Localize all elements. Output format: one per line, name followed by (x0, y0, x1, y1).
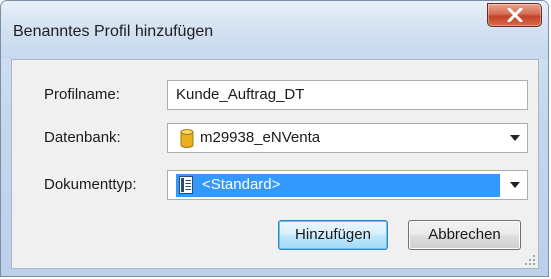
cancel-button[interactable]: Abbrechen (408, 220, 521, 250)
add-button[interactable]: Hinzufügen (278, 220, 388, 250)
title-bar[interactable]: Benanntes Profil hinzufügen (1, 1, 548, 59)
dokumenttyp-value: <Standard> (202, 176, 281, 193)
dialog-body: Profilname: Kunde_Auftrag_DT Datenbank: … (11, 59, 539, 269)
dialog-title: Benanntes Profil hinzufügen (13, 23, 214, 40)
dialog-window: Benanntes Profil hinzufügen Profilname: … (0, 0, 549, 277)
datenbank-select[interactable]: m29938_eNVenta (167, 123, 528, 153)
document-type-icon (179, 176, 193, 194)
datenbank-label: Datenbank: (44, 129, 121, 146)
chevron-down-icon[interactable] (510, 135, 520, 141)
database-icon (180, 129, 194, 148)
datenbank-value: m29938_eNVenta (200, 129, 321, 146)
profilname-input[interactable]: Kunde_Auftrag_DT (167, 80, 528, 110)
dokumenttyp-select[interactable]: <Standard> (167, 170, 528, 200)
chevron-down-icon[interactable] (510, 182, 520, 188)
close-button[interactable] (487, 3, 542, 27)
profilname-label: Profilname: (44, 86, 120, 103)
resize-grip-icon[interactable] (524, 254, 536, 266)
close-icon (507, 8, 523, 22)
dokumenttyp-label: Dokumenttyp: (44, 176, 137, 193)
